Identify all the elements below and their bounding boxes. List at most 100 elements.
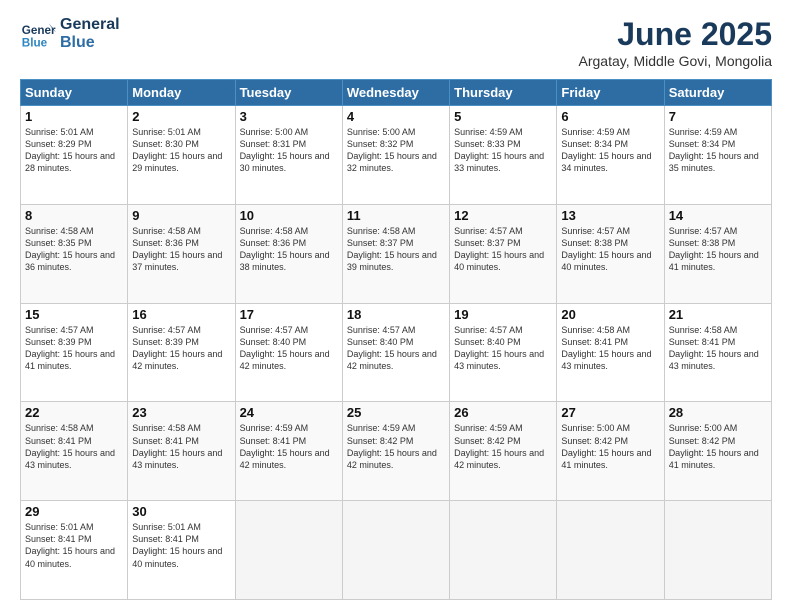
day-number: 26: [454, 405, 552, 420]
header: General Blue General Blue June 2025 Arga…: [20, 16, 772, 69]
day-info: Sunrise: 4:59 AMSunset: 8:33 PMDaylight:…: [454, 126, 552, 175]
calendar-cell: 2 Sunrise: 5:01 AMSunset: 8:30 PMDaylight…: [128, 106, 235, 205]
day-number: 1: [25, 109, 123, 124]
day-info: Sunrise: 4:57 AMSunset: 8:40 PMDaylight:…: [240, 324, 338, 373]
day-number: 17: [240, 307, 338, 322]
calendar-cell: 4 Sunrise: 5:00 AMSunset: 8:32 PMDaylight…: [342, 106, 449, 205]
calendar-cell: 19Sunrise: 4:57 AMSunset: 8:40 PMDayligh…: [450, 303, 557, 402]
day-number: 14: [669, 208, 767, 223]
calendar-cell: [342, 501, 449, 600]
day-info: Sunrise: 4:57 AMSunset: 8:40 PMDaylight:…: [347, 324, 445, 373]
day-number: 11: [347, 208, 445, 223]
day-info: Sunrise: 4:58 AMSunset: 8:35 PMDaylight:…: [25, 225, 123, 274]
day-number: 13: [561, 208, 659, 223]
day-number: 10: [240, 208, 338, 223]
day-number: 7: [669, 109, 767, 124]
calendar-cell: 18 Sunrise: 4:57 AMSunset: 8:40 PMDayligh…: [342, 303, 449, 402]
day-number: 15: [25, 307, 123, 322]
page: General Blue General Blue June 2025 Arga…: [0, 0, 792, 612]
month-title: June 2025: [579, 16, 773, 53]
day-info: Sunrise: 4:57 AMSunset: 8:37 PMDaylight:…: [454, 225, 552, 274]
day-info: Sunrise: 4:57 AMSunset: 8:39 PMDaylight:…: [132, 324, 230, 373]
calendar-cell: 23Sunrise: 4:58 AMSunset: 8:41 PMDayligh…: [128, 402, 235, 501]
calendar-cell: 8Sunrise: 4:58 AMSunset: 8:35 PMDaylight…: [21, 204, 128, 303]
calendar-cell: 22 Sunrise: 4:58 AMSunset: 8:41 PMDayligh…: [21, 402, 128, 501]
day-number: 2: [132, 109, 230, 124]
calendar-row-1: 1 Sunrise: 5:01 AMSunset: 8:29 PMDaylight…: [21, 106, 772, 205]
title-block: June 2025 Argatay, Middle Govi, Mongolia: [579, 16, 773, 69]
calendar-cell: 15 Sunrise: 4:57 AMSunset: 8:39 PMDayligh…: [21, 303, 128, 402]
day-info: Sunrise: 5:00 AMSunset: 8:32 PMDaylight:…: [347, 126, 445, 175]
day-info: Sunrise: 4:58 AMSunset: 8:41 PMDaylight:…: [25, 422, 123, 471]
day-info: Sunrise: 4:59 AMSunset: 8:42 PMDaylight:…: [454, 422, 552, 471]
calendar-cell: 25Sunrise: 4:59 AMSunset: 8:42 PMDayligh…: [342, 402, 449, 501]
calendar-row-5: 29 Sunrise: 5:01 AMSunset: 8:41 PMDayligh…: [21, 501, 772, 600]
calendar-cell: [235, 501, 342, 600]
calendar-cell: 6 Sunrise: 4:59 AMSunset: 8:34 PMDaylight…: [557, 106, 664, 205]
day-info: Sunrise: 5:00 AMSunset: 8:42 PMDaylight:…: [561, 422, 659, 471]
day-info: Sunrise: 4:59 AMSunset: 8:34 PMDaylight:…: [561, 126, 659, 175]
day-info: Sunrise: 4:59 AMSunset: 8:41 PMDaylight:…: [240, 422, 338, 471]
logo-general: General: [60, 16, 120, 34]
calendar-cell: 30Sunrise: 5:01 AMSunset: 8:41 PMDayligh…: [128, 501, 235, 600]
calendar-cell: 12Sunrise: 4:57 AMSunset: 8:37 PMDayligh…: [450, 204, 557, 303]
day-number: 21: [669, 307, 767, 322]
day-number: 16: [132, 307, 230, 322]
col-sunday: Sunday: [21, 80, 128, 106]
calendar-row-4: 22 Sunrise: 4:58 AMSunset: 8:41 PMDayligh…: [21, 402, 772, 501]
calendar-cell: 16 Sunrise: 4:57 AMSunset: 8:39 PMDayligh…: [128, 303, 235, 402]
calendar-cell: 21Sunrise: 4:58 AMSunset: 8:41 PMDayligh…: [664, 303, 771, 402]
day-number: 5: [454, 109, 552, 124]
day-info: Sunrise: 5:00 AMSunset: 8:31 PMDaylight:…: [240, 126, 338, 175]
day-number: 6: [561, 109, 659, 124]
day-number: 27: [561, 405, 659, 420]
col-friday: Friday: [557, 80, 664, 106]
day-number: 3: [240, 109, 338, 124]
day-info: Sunrise: 5:00 AMSunset: 8:42 PMDaylight:…: [669, 422, 767, 471]
day-info: Sunrise: 4:58 AMSunset: 8:37 PMDaylight:…: [347, 225, 445, 274]
calendar-header-row: Sunday Monday Tuesday Wednesday Thursday…: [21, 80, 772, 106]
day-info: Sunrise: 4:58 AMSunset: 8:36 PMDaylight:…: [132, 225, 230, 274]
calendar-cell: 13 Sunrise: 4:57 AMSunset: 8:38 PMDayligh…: [557, 204, 664, 303]
calendar: Sunday Monday Tuesday Wednesday Thursday…: [20, 79, 772, 600]
calendar-cell: 26 Sunrise: 4:59 AMSunset: 8:42 PMDayligh…: [450, 402, 557, 501]
day-number: 28: [669, 405, 767, 420]
day-number: 4: [347, 109, 445, 124]
day-info: Sunrise: 4:58 AMSunset: 8:41 PMDaylight:…: [132, 422, 230, 471]
col-monday: Monday: [128, 80, 235, 106]
day-number: 18: [347, 307, 445, 322]
calendar-cell: 9 Sunrise: 4:58 AMSunset: 8:36 PMDaylight…: [128, 204, 235, 303]
calendar-cell: 27 Sunrise: 5:00 AMSunset: 8:42 PMDayligh…: [557, 402, 664, 501]
logo-blue: Blue: [60, 34, 120, 52]
day-number: 20: [561, 307, 659, 322]
calendar-row-3: 15 Sunrise: 4:57 AMSunset: 8:39 PMDayligh…: [21, 303, 772, 402]
location: Argatay, Middle Govi, Mongolia: [579, 53, 773, 69]
day-info: Sunrise: 4:57 AMSunset: 8:39 PMDaylight:…: [25, 324, 123, 373]
day-info: Sunrise: 4:59 AMSunset: 8:34 PMDaylight:…: [669, 126, 767, 175]
calendar-cell: 29 Sunrise: 5:01 AMSunset: 8:41 PMDayligh…: [21, 501, 128, 600]
col-saturday: Saturday: [664, 80, 771, 106]
calendar-body: 1 Sunrise: 5:01 AMSunset: 8:29 PMDaylight…: [21, 106, 772, 600]
day-number: 25: [347, 405, 445, 420]
calendar-cell: 20 Sunrise: 4:58 AMSunset: 8:41 PMDayligh…: [557, 303, 664, 402]
calendar-cell: [557, 501, 664, 600]
calendar-cell: 14Sunrise: 4:57 AMSunset: 8:38 PMDayligh…: [664, 204, 771, 303]
day-info: Sunrise: 4:57 AMSunset: 8:38 PMDaylight:…: [561, 225, 659, 274]
day-number: 22: [25, 405, 123, 420]
day-info: Sunrise: 4:58 AMSunset: 8:41 PMDaylight:…: [561, 324, 659, 373]
calendar-cell: 24Sunrise: 4:59 AMSunset: 8:41 PMDayligh…: [235, 402, 342, 501]
calendar-cell: [450, 501, 557, 600]
col-wednesday: Wednesday: [342, 80, 449, 106]
calendar-cell: 11 Sunrise: 4:58 AMSunset: 8:37 PMDayligh…: [342, 204, 449, 303]
logo-icon: General Blue: [20, 16, 56, 52]
calendar-cell: 3 Sunrise: 5:00 AMSunset: 8:31 PMDaylight…: [235, 106, 342, 205]
day-number: 29: [25, 504, 123, 519]
day-info: Sunrise: 5:01 AMSunset: 8:29 PMDaylight:…: [25, 126, 123, 175]
day-info: Sunrise: 5:01 AMSunset: 8:30 PMDaylight:…: [132, 126, 230, 175]
day-info: Sunrise: 5:01 AMSunset: 8:41 PMDaylight:…: [25, 521, 123, 570]
day-number: 9: [132, 208, 230, 223]
col-thursday: Thursday: [450, 80, 557, 106]
calendar-cell: 7 Sunrise: 4:59 AMSunset: 8:34 PMDaylight…: [664, 106, 771, 205]
day-number: 30: [132, 504, 230, 519]
calendar-cell: 1 Sunrise: 5:01 AMSunset: 8:29 PMDaylight…: [21, 106, 128, 205]
